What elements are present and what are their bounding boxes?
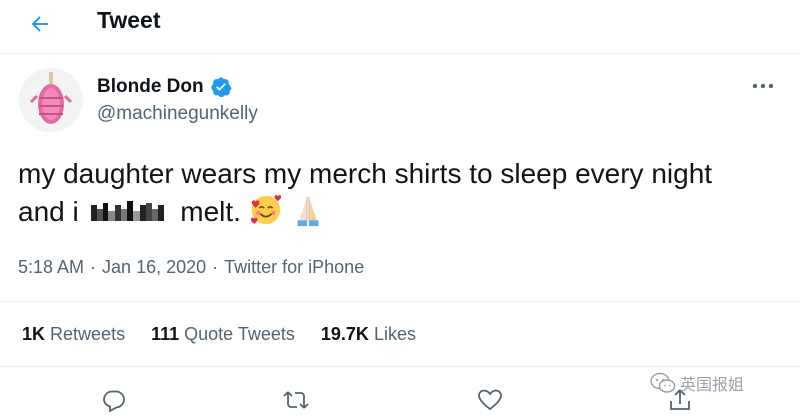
retweets-label: Retweets: [50, 324, 126, 344]
header-bar: Tweet: [0, 0, 800, 54]
folded-hands-icon: [297, 196, 318, 227]
divider: [0, 301, 800, 302]
retweets-stat[interactable]: 1K Retweets: [22, 322, 125, 346]
tweet-text-line2-end: melt.: [180, 196, 241, 227]
retweet-icon: [283, 391, 309, 409]
censored-word-icon: [90, 201, 164, 221]
tweet-source[interactable]: Twitter for iPhone: [224, 256, 364, 278]
author-name[interactable]: Blonde Don: [97, 75, 204, 99]
author-handle[interactable]: @machinegunkelly: [97, 102, 258, 126]
meta-separator: ·: [212, 257, 219, 277]
divider: [0, 366, 800, 367]
retweets-count: 1K: [22, 324, 46, 344]
tweet-text: my daughter wears my merch shirts to sle…: [18, 155, 788, 231]
quote-tweets-label: Quote Tweets: [184, 324, 295, 344]
watermark: 英国报姐: [650, 371, 744, 395]
likes-count: 19.7K: [320, 324, 369, 344]
quote-tweets-stat[interactable]: 111 Quote Tweets: [151, 322, 295, 346]
likes-stat[interactable]: 19.7K Likes: [321, 322, 416, 346]
like-button[interactable]: [474, 384, 506, 416]
tweet-date[interactable]: Jan 16, 2020: [102, 256, 206, 278]
tweet-meta: 5:18 AM · Jan 16, 2020 · Twitter for iPh…: [18, 256, 364, 278]
retweet-button[interactable]: [280, 384, 312, 416]
meta-separator: ·: [90, 257, 97, 277]
arrow-left-icon: [31, 16, 48, 32]
tweet-time[interactable]: 5:18 AM: [18, 256, 84, 278]
avatar-image: [19, 68, 83, 132]
quote-tweets-count: 111: [151, 324, 180, 344]
reply-icon: [103, 390, 125, 412]
tweet-text-line2-start: and i: [18, 196, 79, 227]
wechat-icon: [650, 372, 676, 393]
smiling-face-with-hearts-icon: [250, 195, 281, 225]
more-horizontal-icon: [752, 83, 774, 89]
tweet-stats: 1K Retweets 111 Quote Tweets 19.7K Likes: [22, 322, 416, 346]
page-title: Tweet: [97, 7, 161, 33]
likes-label: Likes: [373, 324, 416, 344]
reply-button[interactable]: [98, 384, 130, 416]
avatar[interactable]: [19, 68, 83, 132]
more-options-button[interactable]: [748, 74, 778, 98]
author-name-row[interactable]: Blonde Don: [97, 75, 232, 99]
verified-badge-icon: [210, 77, 232, 98]
back-button[interactable]: [22, 6, 58, 42]
like-icon: [478, 389, 502, 411]
tweet-text-line1: my daughter wears my merch shirts to sle…: [18, 158, 713, 189]
watermark-text: 英国报姐: [680, 377, 745, 394]
